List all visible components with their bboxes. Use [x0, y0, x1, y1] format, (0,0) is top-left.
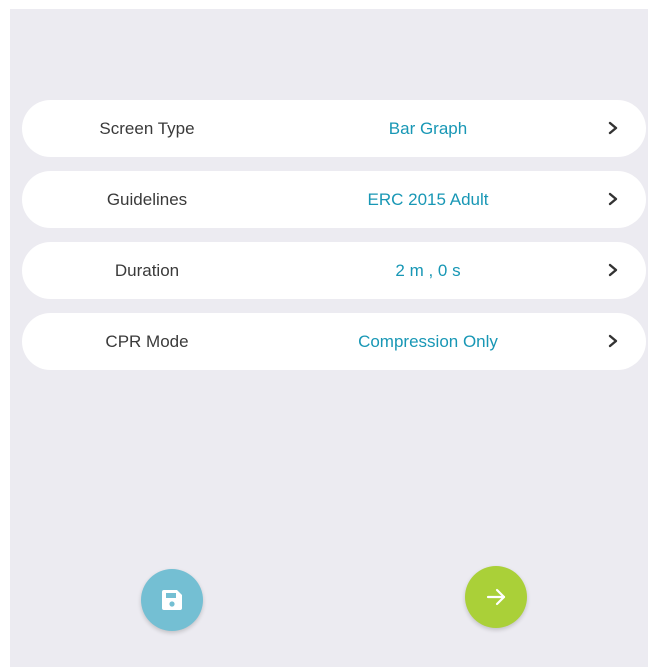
chevron-right-icon [608, 263, 618, 277]
settings-list: Screen Type Bar Graph Guidelines ERC 201… [22, 100, 646, 384]
next-button[interactable] [465, 566, 527, 628]
arrow-right-icon [486, 588, 506, 606]
floppy-disk-icon [162, 590, 182, 610]
setting-label: CPR Mode [105, 332, 189, 351]
chevron-right-icon [608, 192, 618, 206]
setting-row-guidelines[interactable]: Guidelines ERC 2015 Adult [22, 171, 646, 228]
setting-label: Screen Type [99, 119, 195, 138]
settings-screen: Screen Type Bar Graph Guidelines ERC 201… [10, 9, 648, 667]
chevron-right-icon [608, 121, 618, 135]
setting-value: Compression Only [358, 332, 498, 351]
save-button[interactable] [141, 569, 203, 631]
setting-row-screen-type[interactable]: Screen Type Bar Graph [22, 100, 646, 157]
setting-value: ERC 2015 Adult [367, 190, 489, 209]
setting-row-duration[interactable]: Duration 2 m , 0 s [22, 242, 646, 299]
setting-row-cpr-mode[interactable]: CPR Mode Compression Only [22, 313, 646, 370]
setting-value: 2 m , 0 s [395, 261, 461, 280]
setting-value: Bar Graph [388, 119, 468, 138]
setting-label: Duration [114, 261, 180, 280]
setting-label: Guidelines [106, 190, 188, 209]
chevron-right-icon [608, 334, 618, 348]
